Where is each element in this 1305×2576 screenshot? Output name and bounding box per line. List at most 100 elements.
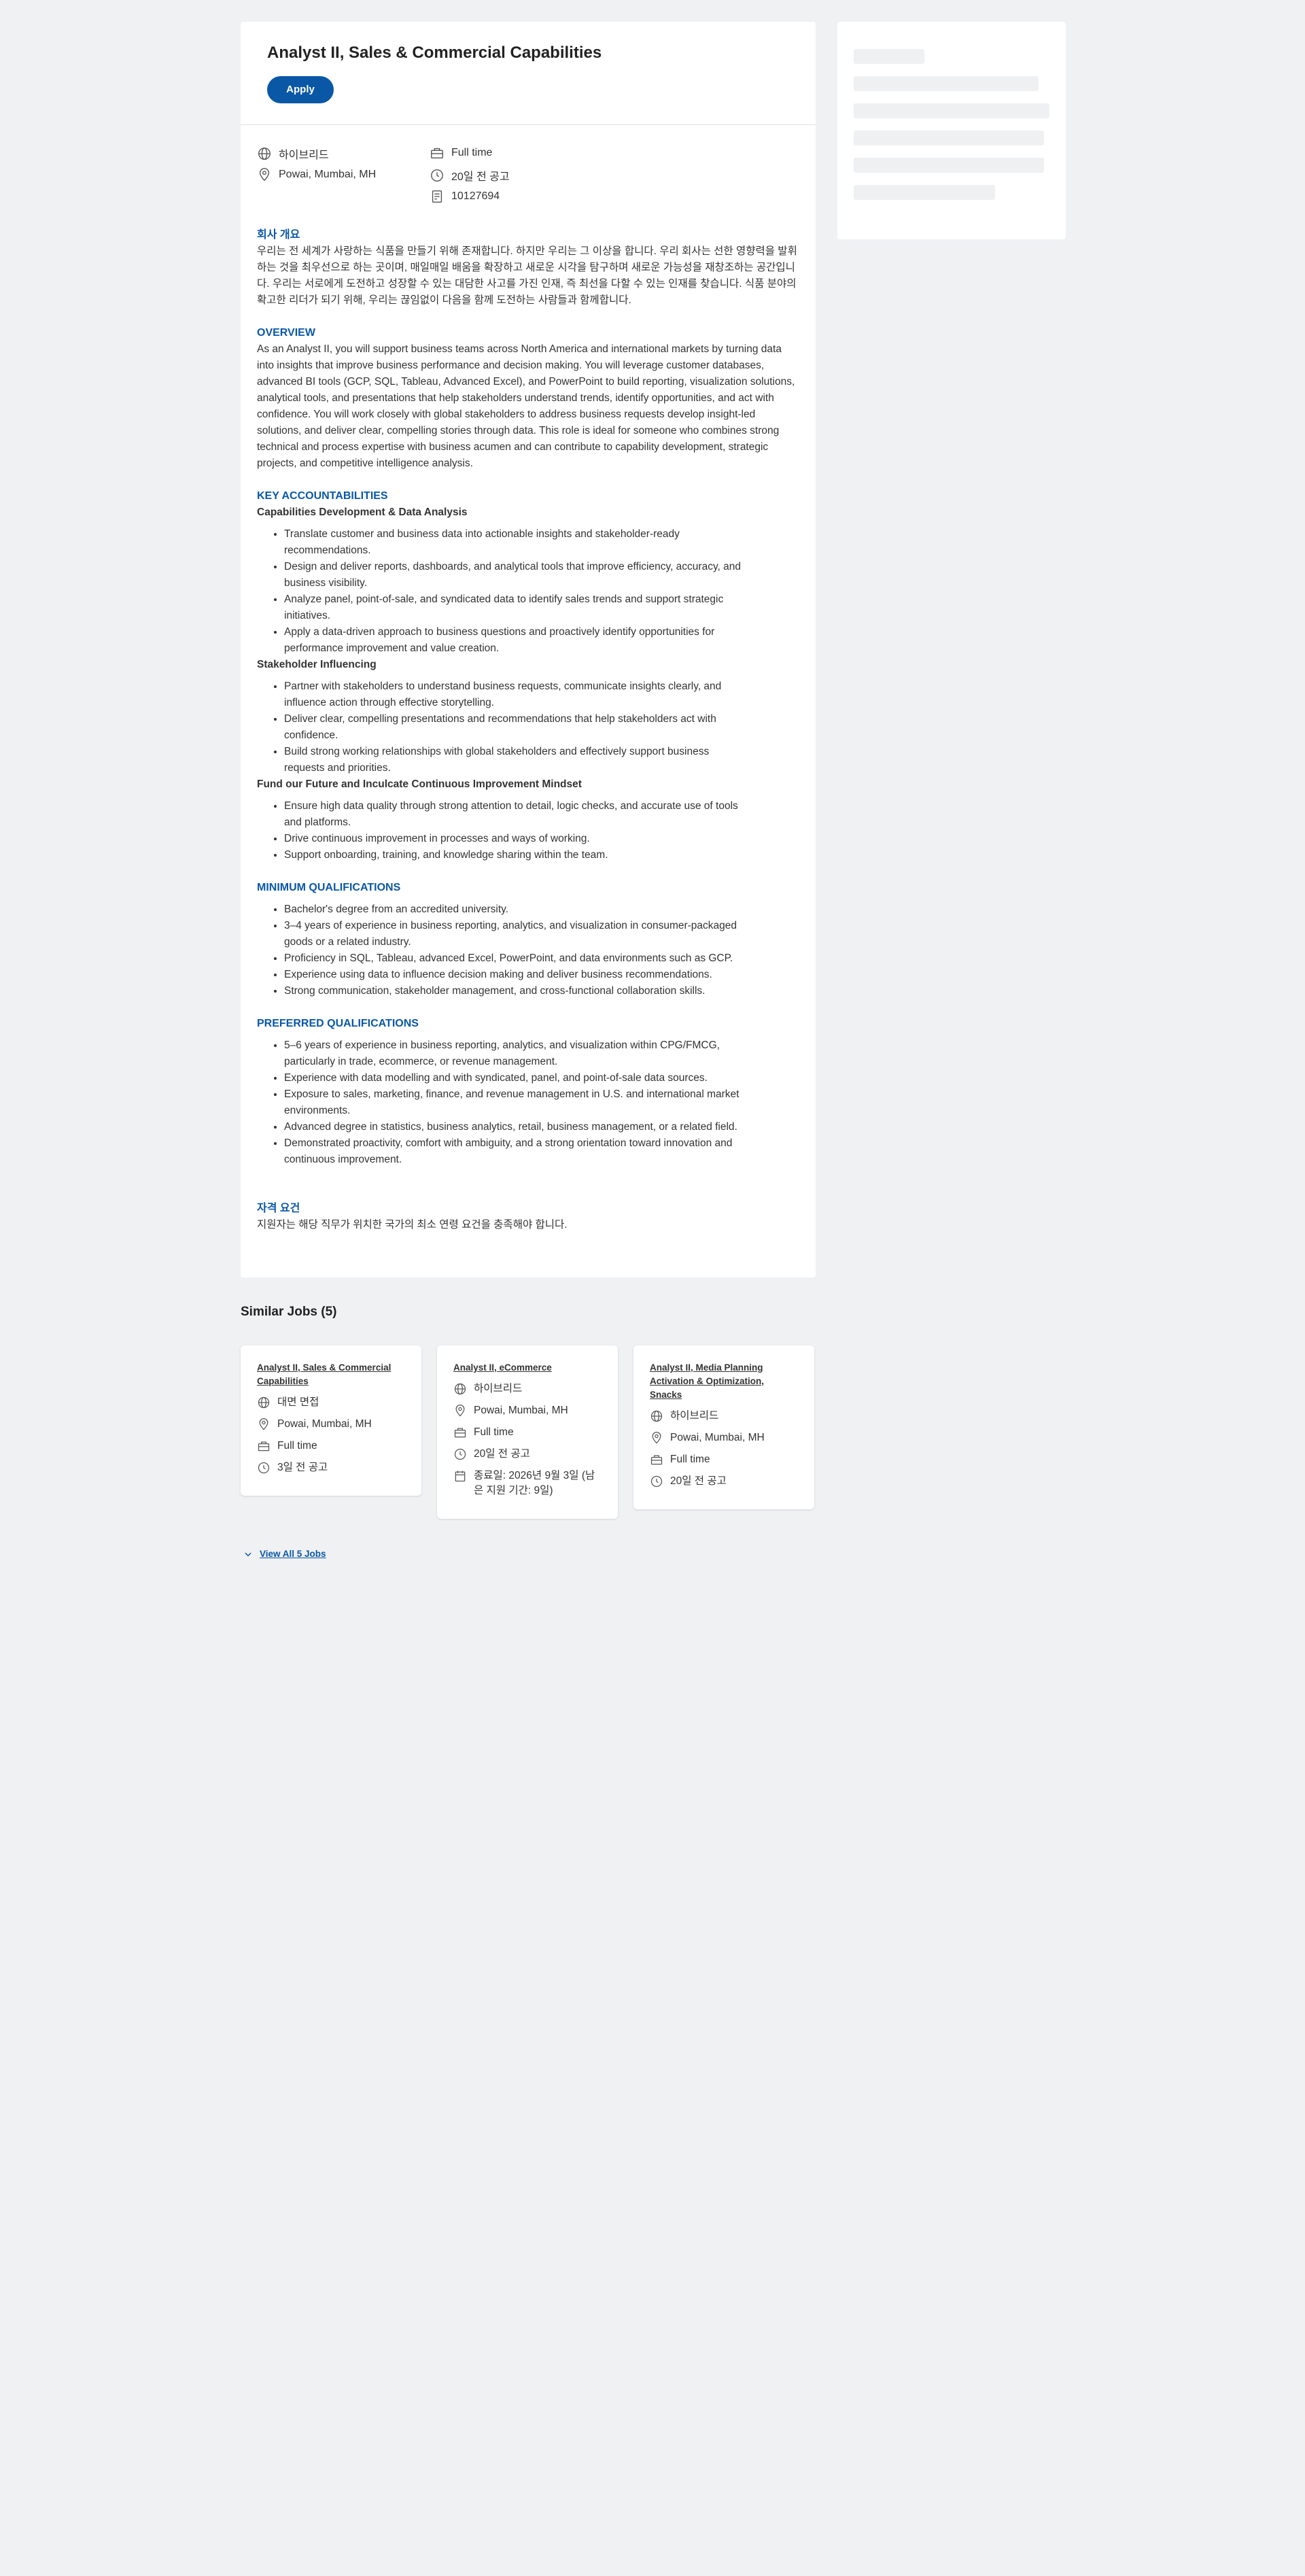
work-mode-text: 하이브리드: [474, 1383, 523, 1394]
deadline-text: 종료일: 2026년 9월 3일 (남은 지원 기간: 9일): [474, 1470, 595, 1496]
job-detail-card: Analyst II, Sales & Commercial Capabilit…: [241, 22, 816, 1277]
location-text: Powai, Mumbai, MH: [670, 1432, 765, 1443]
bullet-list: Bachelor's degree from an accredited uni…: [257, 901, 799, 999]
calendar-icon: [455, 1471, 466, 1482]
job-card-deadline: 종료일: 2026년 9월 3일 (남은 지원 기간: 9일): [453, 1469, 602, 1498]
job-card-location: Powai, Mumbai, MH: [650, 1430, 798, 1445]
location-text: Powai, Mumbai, MH: [277, 1418, 372, 1430]
job-card-title-link[interactable]: Analyst II, Media Planning Activation & …: [650, 1361, 798, 1402]
list-item: Strong communication, stakeholder manage…: [284, 983, 799, 999]
building-icon: [258, 1441, 270, 1452]
time-type: Full time: [430, 145, 492, 160]
job-description: 회사 개요 우리는 전 세계가 사랑하는 식품을 만들기 위해 존재합니다. 하…: [241, 227, 816, 1233]
job-location: Powai, Mumbai, MH: [257, 167, 376, 182]
job-card-posted: 20일 전 공고: [453, 1447, 602, 1462]
location-pin-icon: [259, 1418, 268, 1430]
list-item: Demonstrated proactivity, comfort with a…: [284, 1135, 799, 1168]
posted-date: 20일 전 공고: [430, 167, 510, 184]
group-title: Stakeholder Influencing: [257, 659, 377, 670]
list-item: Bachelor's degree from an accredited uni…: [284, 901, 799, 918]
clock-icon: [258, 1462, 270, 1474]
sidebar-placeholder-card: [837, 22, 1066, 239]
globe-icon: [258, 1396, 270, 1409]
overview-text: As an Analyst II, you will support busin…: [257, 343, 795, 469]
document-id-icon: [432, 190, 442, 203]
posted-text: 20일 전 공고: [670, 1475, 727, 1487]
bullet-list: Translate customer and business data int…: [257, 526, 799, 657]
key-accountabilities-heading: KEY ACCOUNTABILITIES: [257, 490, 388, 502]
list-item: Drive continuous improvement in processe…: [284, 831, 799, 847]
job-card-location: Powai, Mumbai, MH: [453, 1403, 602, 1418]
view-all-label: View All 5 Jobs: [260, 1549, 326, 1559]
building-icon: [650, 1455, 663, 1465]
globe-icon: [258, 148, 271, 160]
min-quals-heading: MINIMUM QUALIFICATIONS: [257, 882, 401, 893]
location-pin-icon: [455, 1405, 465, 1417]
work-mode-text: 하이브리드: [279, 150, 329, 161]
list-item: Support onboarding, training, and knowle…: [284, 847, 799, 863]
eligibility-heading: 자격 요건: [257, 1203, 300, 1214]
job-card-title-link[interactable]: Analyst II, eCommerce: [453, 1361, 602, 1375]
building-icon: [431, 148, 443, 159]
clock-icon: [454, 1448, 466, 1460]
similar-jobs-title: Similar Jobs (5): [241, 1305, 337, 1319]
work-mode: 하이브리드: [257, 145, 329, 162]
skeleton-line: [854, 103, 1049, 118]
similar-job-card[interactable]: Analyst II, eCommerce 하이브리드 Powai, Mumba…: [437, 1345, 618, 1519]
list-item: Proficiency in SQL, Tableau, advanced Ex…: [284, 950, 799, 967]
list-item: Design and deliver reports, dashboards, …: [284, 559, 799, 591]
clock-icon: [431, 169, 443, 182]
skeleton-line: [854, 49, 924, 64]
pref-quals-heading: PREFERRED QUALIFICATIONS: [257, 1018, 419, 1029]
location-pin-icon: [652, 1432, 661, 1444]
job-header: Analyst II, Sales & Commercial Capabilit…: [241, 22, 816, 125]
job-meta: 하이브리드 Powai, Mumbai, MH Full time 20일 전 …: [241, 125, 816, 227]
building-icon: [454, 1428, 466, 1438]
list-item: Experience with data modelling and with …: [284, 1070, 799, 1086]
list-item: 5–6 years of experience in business repo…: [284, 1037, 799, 1070]
similar-job-card[interactable]: Analyst II, Sales & Commercial Capabilit…: [241, 1345, 421, 1496]
list-item: Analyze panel, point-of-sale, and syndic…: [284, 591, 799, 624]
chevron-down-icon: [245, 1552, 251, 1556]
job-card-title-link[interactable]: Analyst II, Sales & Commercial Capabilit…: [257, 1361, 405, 1388]
work-mode-text: 하이브리드: [670, 1410, 719, 1422]
job-card-work-mode: 하이브리드: [453, 1381, 602, 1396]
job-card-posted: 3일 전 공고: [257, 1460, 405, 1475]
list-item: Apply a data-driven approach to business…: [284, 624, 799, 657]
view-all-jobs-link[interactable]: View All 5 Jobs: [243, 1549, 326, 1559]
location-text: Powai, Mumbai, MH: [474, 1405, 568, 1416]
time-type-text: Full time: [277, 1440, 317, 1452]
about-text: 우리는 전 세계가 사랑하는 식품을 만들기 위해 존재합니다. 하지만 우리는…: [257, 245, 797, 306]
time-type-text: Full time: [451, 147, 493, 158]
list-item: Deliver clear, compelling presentations …: [284, 711, 799, 744]
time-type-text: Full time: [670, 1454, 710, 1465]
list-item: Translate customer and business data int…: [284, 526, 799, 559]
list-item: Exposure to sales, marketing, finance, a…: [284, 1086, 799, 1119]
group-title: Capabilities Development & Data Analysis: [257, 506, 468, 518]
bullet-list: Partner with stakeholders to understand …: [257, 679, 799, 776]
req-id-text: 10127694: [451, 190, 500, 202]
eligibility-text: 지원자는 해당 직무가 위치한 국가의 최소 연령 요건을 충족해야 합니다.: [257, 1219, 568, 1231]
skeleton-line: [854, 131, 1044, 145]
list-item: Partner with stakeholders to understand …: [284, 679, 799, 711]
job-card-posted: 20일 전 공고: [650, 1474, 798, 1489]
location-pin-icon: [259, 168, 270, 182]
requisition-id: 10127694: [430, 189, 500, 204]
similar-job-card[interactable]: Analyst II, Media Planning Activation & …: [633, 1345, 814, 1509]
location-text: Powai, Mumbai, MH: [279, 169, 377, 180]
list-item: Advanced degree in statistics, business …: [284, 1119, 799, 1135]
apply-button[interactable]: Apply: [267, 76, 334, 103]
job-card-time-type: Full time: [257, 1439, 405, 1454]
work-mode-text: 대면 면접: [277, 1396, 319, 1408]
job-card-work-mode: 대면 면접: [257, 1395, 405, 1410]
job-card-work-mode: 하이브리드: [650, 1409, 798, 1424]
clock-icon: [650, 1475, 663, 1488]
posted-text: 20일 전 공고: [451, 171, 510, 183]
job-card-time-type: Full time: [650, 1452, 798, 1467]
about-heading: 회사 개요: [257, 229, 300, 241]
group-title: Fund our Future and Inculcate Continuous…: [257, 778, 582, 790]
globe-icon: [454, 1383, 466, 1395]
job-title: Analyst II, Sales & Commercial Capabilit…: [267, 44, 602, 62]
skeleton-line: [854, 185, 995, 200]
skeleton-line: [854, 76, 1039, 91]
